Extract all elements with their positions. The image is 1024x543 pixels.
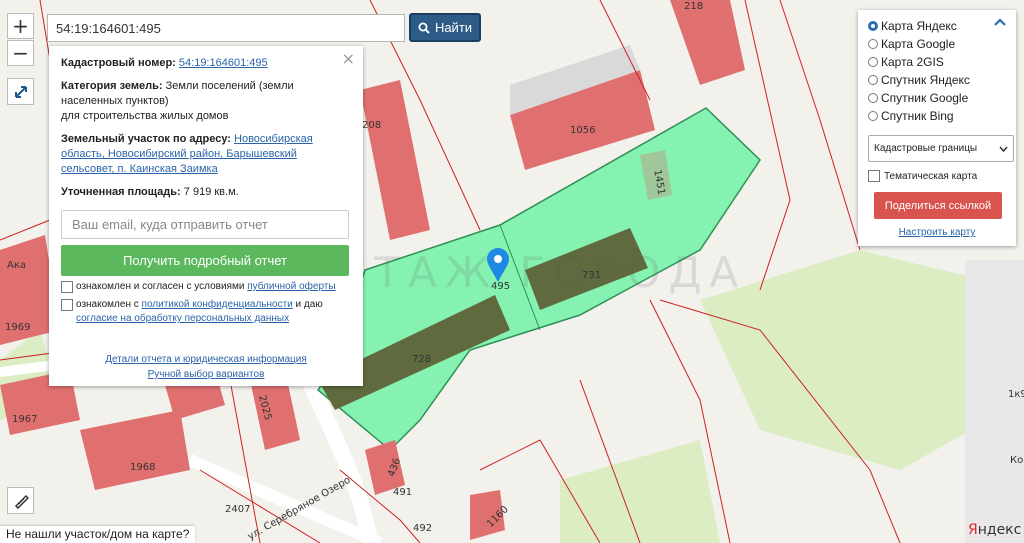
zoom-out-button[interactable]: − [7,40,34,66]
map-type-option[interactable]: Карта 2GIS [868,53,1006,71]
building-label: 1056 [570,125,595,136]
manual-select-link[interactable]: Ручной выбор вариантов [148,369,265,380]
radio-button[interactable] [868,39,878,49]
area-row: Уточненная площадь: 7 919 кв.м. [61,185,351,200]
close-icon[interactable]: × [342,51,355,67]
consent-privacy: ознакомлен с политикой конфиденциальност… [61,298,351,326]
consent-offer-text: ознакомлен и согласен с условиями [76,281,245,292]
building-label: 2407 [225,504,250,515]
share-link-button[interactable]: Поделиться ссылкой [874,192,1002,219]
get-report-button[interactable]: Получить подробный отчет [61,245,349,276]
search-input[interactable] [47,14,405,42]
yandex-logo-letter: Я [968,522,978,538]
personal-data-link[interactable]: согласие на обработку персональных данны… [76,313,289,324]
radio-button[interactable] [868,111,878,121]
consent-privacy-checkbox[interactable] [61,299,73,311]
search-button[interactable]: Найти [409,13,481,42]
address-label: Земельный участок по адресу: [61,133,231,145]
building-label: 218 [684,1,703,12]
search-button-label: Найти [434,20,473,35]
building-label: 1967 [12,414,37,425]
map-type-label: Карта Google [881,37,956,51]
cadastral-number-row: Кадастровый номер: 54:19:164601:495 [61,56,351,71]
watermark: ЕТАЖ ГОРОДА [340,248,747,297]
map-layers-panel: Карта Яндекс Карта Google Карта 2GIS Спутни… [858,10,1016,246]
map-type-options: Карта Яндекс Карта Google Карта 2GIS Спутни… [868,17,1006,125]
privacy-policy-link[interactable]: политикой конфиденциальности [142,299,293,310]
street-label: Ака [7,260,26,271]
building-label: 1969 [5,322,30,333]
land-category-row: Категория земель: Земли поселений (земли… [61,79,351,124]
details-link[interactable]: Детали отчета и юридическая информация [105,354,307,365]
zoom-in-button[interactable]: + [7,13,34,39]
map-type-label: Спутник Google [881,91,969,105]
address-row: Земельный участок по адресу: Новосибирск… [61,132,351,177]
search-icon [418,22,430,34]
category-label: Категория земель: [61,80,163,92]
map-type-label: Спутник Яндекс [881,73,970,87]
cadastral-label: 492 [413,523,432,534]
cadastral-label: Кадастровый номер: [61,57,176,69]
map-type-option[interactable]: Карта Google [868,35,1006,53]
layer-select[interactable]: Кадастровые границы [868,135,1014,162]
expand-icon [14,85,27,98]
building-label: 1968 [130,462,155,473]
consent-offer-checkbox[interactable] [61,281,73,293]
map-type-label: Спутник Bing [881,109,954,123]
email-input[interactable] [61,210,349,239]
map-type-option[interactable]: Спутник Google [868,89,1006,107]
map-type-option[interactable]: Карта Яндекс [868,17,1006,35]
radio-button[interactable] [868,75,878,85]
yandex-logo: Яндекс [968,522,1021,538]
building-label: 208 [362,120,381,131]
building-grey [965,260,1024,543]
building-label: 1к9 [1008,389,1024,400]
building-label: Ко [1010,455,1023,466]
plot-info-popup: × Кадастровый номер: 54:19:164601:495 Ка… [49,46,363,386]
layer-select-value: Кадастровые границы [874,143,978,154]
map-type-option[interactable]: Спутник Bing [868,107,1006,125]
chevron-up-icon[interactable] [994,18,1006,26]
setup-map-link[interactable]: Настроить карту [868,227,1006,238]
not-found-link[interactable]: Не нашли участок/дом на карте? [0,526,196,543]
ruler-icon [14,494,29,509]
ruler-button[interactable] [7,487,34,514]
radio-button[interactable] [868,93,878,103]
consent-offer: ознакомлен и согласен с условиями публич… [61,280,351,294]
cadastral-label: 491 [393,487,412,498]
map-type-label: Карта 2GIS [881,55,944,69]
radio-button[interactable] [868,21,878,31]
map-type-option[interactable]: Спутник Яндекс [868,71,1006,89]
popup-links: Детали отчета и юридическая информация Р… [61,352,351,382]
yandex-logo-rest: ндекс [977,522,1022,538]
cadastral-number-link[interactable]: 54:19:164601:495 [179,57,268,69]
building-label: 728 [412,354,431,365]
public-offer-link[interactable]: публичной оферты [247,281,335,292]
consent-privacy-text: ознакомлен с [76,299,139,310]
thematic-map-toggle[interactable]: Тематическая карта [868,170,1006,182]
radio-button[interactable] [868,57,878,67]
category-use: для строительства жилых домов [61,110,229,122]
consent-privacy-mid: и даю [295,299,323,310]
area-label: Уточненная площадь: [61,186,181,198]
map-type-label: Карта Яндекс [881,19,957,33]
area-value: 7 919 кв.м. [183,186,239,198]
thematic-map-checkbox[interactable] [868,170,880,182]
chevron-down-icon [999,146,1008,152]
thematic-map-label: Тематическая карта [884,170,978,182]
fullscreen-button[interactable] [7,78,34,105]
